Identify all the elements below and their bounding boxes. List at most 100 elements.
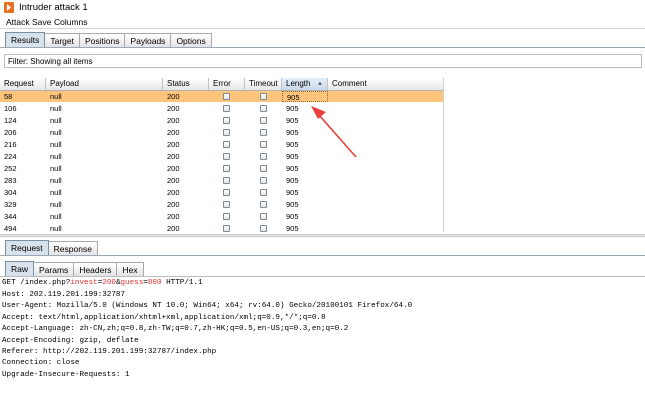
cell-length: 905 — [286, 164, 299, 173]
table-row[interactable]: 252 null 200 905 — [0, 163, 443, 174]
cell-status: 200 — [167, 152, 180, 161]
tab-target[interactable]: Target — [44, 33, 80, 47]
cell-request: 304 — [4, 188, 17, 197]
table-row[interactable]: 58 null 200 905 — [0, 91, 443, 102]
error-checkbox[interactable] — [223, 165, 230, 172]
table-row[interactable]: 304 null 200 905 — [0, 187, 443, 198]
error-checkbox[interactable] — [223, 213, 230, 220]
timeout-checkbox[interactable] — [260, 225, 267, 232]
param-invest-name: invest — [70, 279, 98, 287]
error-checkbox[interactable] — [223, 117, 230, 124]
tab-payloads[interactable]: Payloads — [124, 33, 172, 47]
cell-request: 283 — [4, 176, 17, 185]
cell-status: 200 — [167, 164, 180, 173]
error-checkbox[interactable] — [223, 153, 230, 160]
error-checkbox[interactable] — [223, 225, 230, 232]
request-header-line: Accept: text/html,application/xhtml+xml,… — [2, 313, 326, 322]
cell-status: 200 — [167, 224, 180, 232]
timeout-checkbox[interactable] — [260, 177, 267, 184]
column-header-comment[interactable]: Comment — [328, 78, 443, 90]
param-guess-value: 800 — [147, 279, 162, 287]
table-row[interactable]: 224 null 200 905 — [0, 151, 443, 162]
cell-length: 905 — [286, 188, 299, 197]
table-row[interactable]: 329 null 200 905 — [0, 199, 443, 210]
cell-payload: null — [50, 152, 62, 161]
cell-length: 905 — [286, 152, 299, 161]
results-tab-strip: Results Target Positions Payloads Option… — [5, 32, 212, 47]
cell-status: 200 — [167, 140, 180, 149]
tab-response[interactable]: Response — [47, 241, 98, 255]
tab-params[interactable]: Params — [33, 262, 75, 276]
table-row[interactable]: 206 null 200 905 — [0, 127, 443, 138]
column-header-length[interactable]: Length ▲ — [282, 78, 328, 90]
column-header-length-label: Length — [286, 79, 311, 88]
table-row[interactable]: 106 null 200 905 — [0, 103, 443, 114]
cell-request: 106 — [4, 104, 17, 113]
error-checkbox[interactable] — [223, 129, 230, 136]
table-row[interactable]: 344 null 200 905 — [0, 211, 443, 222]
timeout-checkbox[interactable] — [260, 93, 267, 100]
menu-attack[interactable]: Attack — [6, 17, 30, 27]
error-checkbox[interactable] — [223, 105, 230, 112]
window-title: Intruder attack 1 — [19, 2, 88, 13]
menu-columns[interactable]: Columns — [54, 17, 88, 27]
table-row[interactable]: 283 null 200 905 — [0, 175, 443, 186]
view-tab-strip: Raw Params Headers Hex — [5, 261, 144, 276]
cell-status: 200 — [167, 176, 180, 185]
error-checkbox[interactable] — [223, 201, 230, 208]
param-invest-value: 200 — [102, 279, 116, 287]
cell-request: 344 — [4, 212, 17, 221]
error-checkbox[interactable] — [223, 93, 230, 100]
timeout-checkbox[interactable] — [260, 153, 267, 160]
cell-length: 905 — [286, 116, 299, 125]
column-header-timeout[interactable]: Timeout — [245, 78, 282, 90]
table-row[interactable]: 124 null 200 905 — [0, 115, 443, 126]
cell-payload: null — [50, 164, 62, 173]
tab-request[interactable]: Request — [5, 240, 49, 255]
cell-payload: null — [50, 92, 62, 101]
error-checkbox[interactable] — [223, 189, 230, 196]
cell-status: 200 — [167, 128, 180, 137]
timeout-checkbox[interactable] — [260, 165, 267, 172]
cell-status: 200 — [167, 212, 180, 221]
cell-status: 200 — [167, 104, 180, 113]
cell-request: 329 — [4, 200, 17, 209]
split-pane-divider[interactable] — [0, 234, 645, 237]
filter-bar[interactable]: Filter: Showing all items — [4, 54, 642, 68]
menu-separator — [0, 28, 645, 29]
timeout-checkbox[interactable] — [260, 189, 267, 196]
raw-request-editor[interactable]: GET /index.php?invest=200&guess=800 HTTP… — [0, 276, 645, 406]
cell-payload: null — [50, 116, 62, 125]
table-empty-area — [444, 78, 645, 232]
column-header-status[interactable]: Status — [163, 78, 209, 90]
table-row[interactable]: 216 null 200 905 — [0, 139, 443, 150]
timeout-checkbox[interactable] — [260, 105, 267, 112]
menu-bar: Attack Save Columns — [0, 15, 645, 28]
table-row[interactable]: 494 null 200 905 — [0, 223, 443, 232]
tab-hex[interactable]: Hex — [116, 262, 144, 276]
request-line-protocol: HTTP/1.1 — [161, 279, 203, 287]
cell-request: 216 — [4, 140, 17, 149]
detail-tab-underline — [0, 255, 645, 256]
cell-status: 200 — [167, 92, 180, 101]
request-header-line: Accept-Language: zh-CN,zh;q=0.8,zh-TW;q=… — [2, 325, 349, 334]
menu-save[interactable]: Save — [32, 17, 51, 27]
timeout-checkbox[interactable] — [260, 129, 267, 136]
error-checkbox[interactable] — [223, 141, 230, 148]
tab-headers[interactable]: Headers — [73, 262, 118, 276]
detail-tab-strip: Request Response — [5, 240, 98, 255]
cell-length: 905 — [286, 224, 299, 232]
timeout-checkbox[interactable] — [260, 141, 267, 148]
timeout-checkbox[interactable] — [260, 213, 267, 220]
column-header-request[interactable]: Request — [0, 78, 46, 90]
tab-results[interactable]: Results — [5, 32, 46, 47]
error-checkbox[interactable] — [223, 177, 230, 184]
timeout-checkbox[interactable] — [260, 201, 267, 208]
column-header-payload[interactable]: Payload — [46, 78, 163, 90]
tab-raw[interactable]: Raw — [5, 261, 35, 276]
param-guess-name: guess — [120, 279, 144, 287]
column-header-error[interactable]: Error — [209, 78, 245, 90]
timeout-checkbox[interactable] — [260, 117, 267, 124]
tab-options[interactable]: Options — [170, 33, 212, 47]
tab-positions[interactable]: Positions — [78, 33, 126, 47]
